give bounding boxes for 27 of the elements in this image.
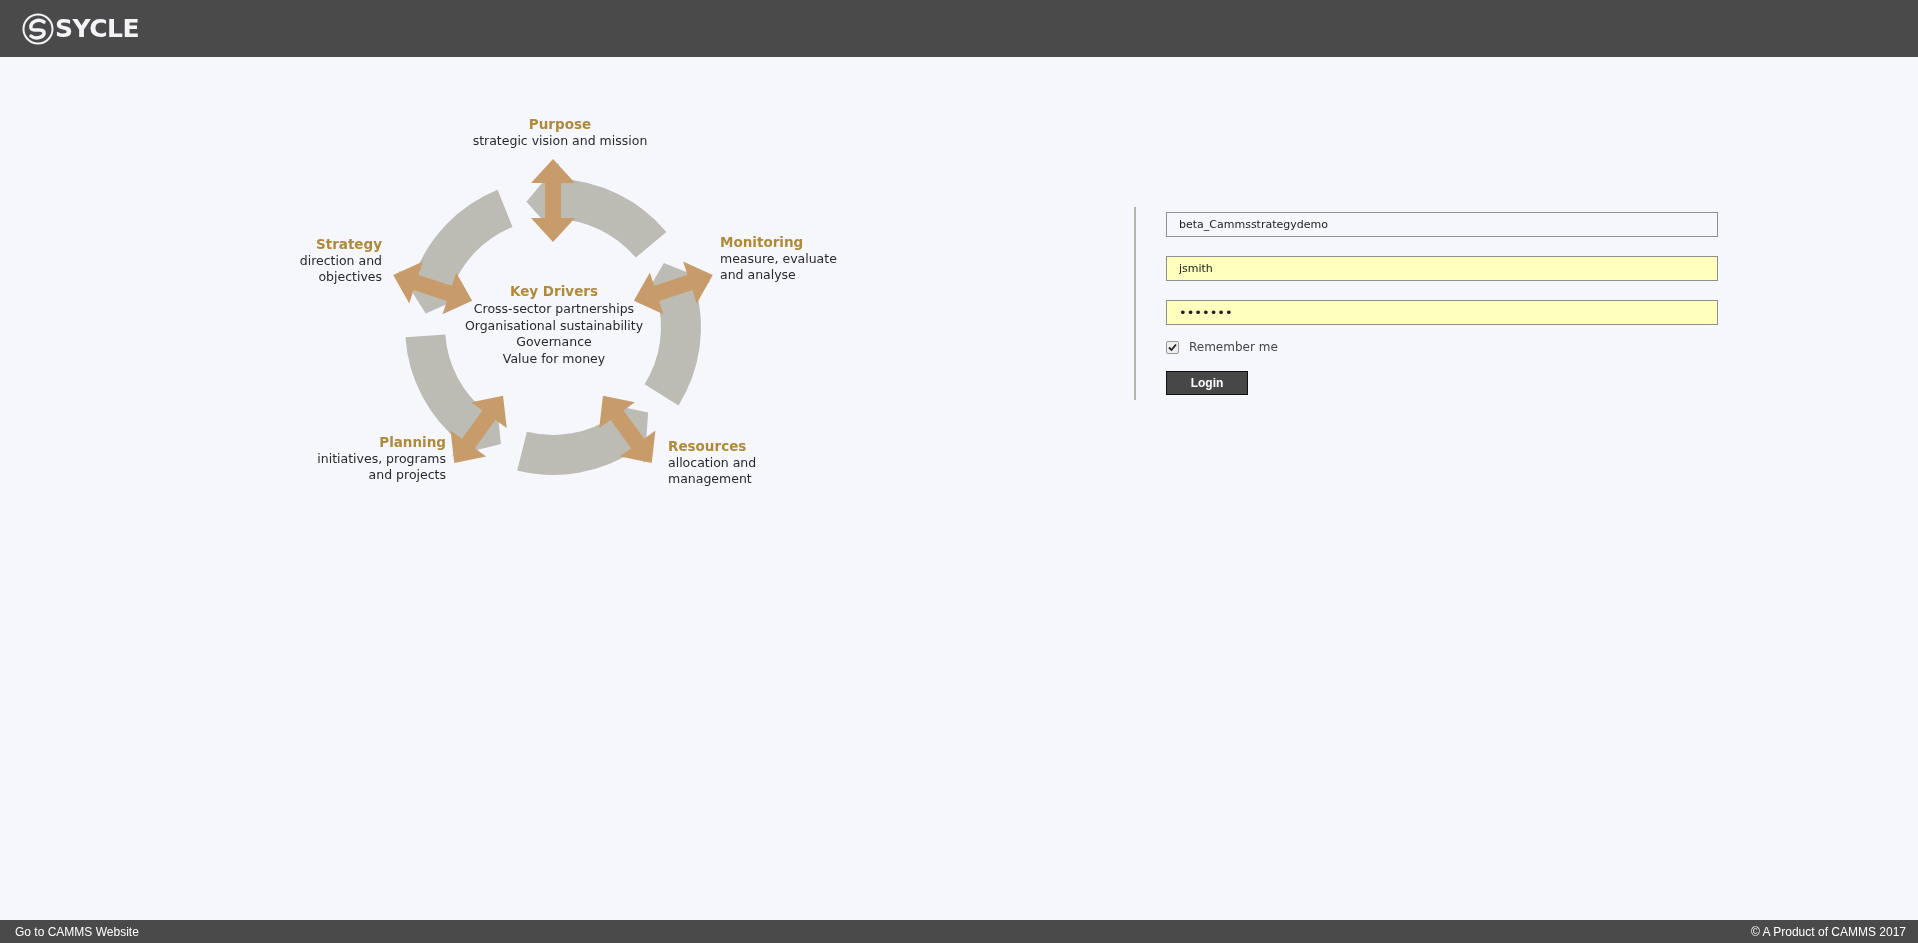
- driver-text: Governance: [515, 334, 593, 351]
- website-link[interactable]: Go to CAMMS Website: [15, 924, 139, 939]
- segment-title: Resources: [668, 437, 748, 455]
- segment-description: and projects: [367, 467, 446, 483]
- segment-description: allocation and: [668, 455, 757, 471]
- segment-description: initiatives, programs: [317, 451, 446, 467]
- segment-title: Planning: [378, 433, 446, 451]
- driver-text: Cross-sector partnerships: [472, 301, 636, 318]
- remember-label: Remember me: [1189, 340, 1278, 354]
- segment-description: and analyse: [720, 267, 797, 283]
- login-button[interactable]: Login: [1166, 371, 1248, 395]
- database-field[interactable]: beta_Cammsstrategydemo: [1166, 212, 1718, 237]
- segment-description: objectives: [317, 269, 382, 285]
- logo-text: SYCLE: [55, 14, 140, 43]
- segment-title: Monitoring: [720, 233, 805, 251]
- segment-description: direction and: [299, 253, 382, 269]
- password-field[interactable]: •••••••: [1166, 300, 1718, 325]
- segment-description: strategic vision and mission: [471, 133, 649, 149]
- segment-description: management: [668, 471, 753, 487]
- center-title: Key Drivers: [509, 282, 599, 301]
- segment-title: Purpose: [527, 115, 593, 133]
- driver-text: Organisational sustainability: [463, 317, 645, 334]
- segment-description: measure, evaluate: [720, 251, 837, 267]
- username-field[interactable]: jsmith: [1166, 256, 1718, 281]
- copyright-text: © A Product of CAMMS 2017: [1751, 924, 1906, 939]
- segment-title: Strategy: [314, 235, 382, 253]
- driver-text: Value for money: [501, 350, 607, 367]
